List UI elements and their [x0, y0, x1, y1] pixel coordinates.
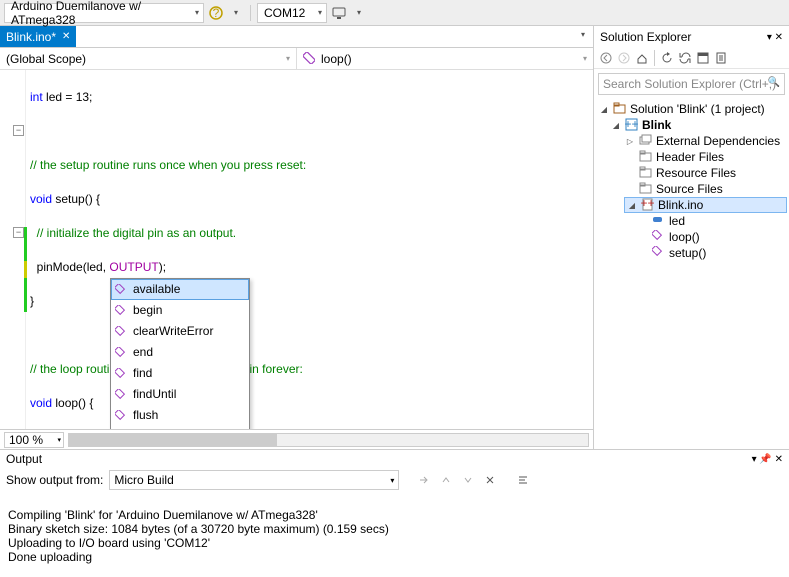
method-icon	[115, 368, 127, 380]
tree-item[interactable]: Source Files	[596, 181, 787, 197]
intellisense-item[interactable]: end	[111, 342, 249, 363]
toolbar: Arduino Duemilanove w/ ATmega328 ? ▾ COM…	[0, 0, 789, 26]
intellisense-item[interactable]: available	[111, 279, 249, 300]
collapse-icon[interactable]	[695, 50, 711, 66]
tree-item[interactable]: Header Files	[596, 149, 787, 165]
tree-symbol[interactable]: led	[596, 213, 787, 229]
method-icon	[115, 326, 127, 338]
tree-symbol[interactable]: loop()	[596, 229, 787, 245]
file-tabs: Blink.ino* ✕ ▾	[0, 26, 593, 48]
search-input[interactable]: Search Solution Explorer (Ctrl+;)	[598, 73, 785, 95]
field-icon	[652, 214, 666, 228]
folder-icon	[639, 150, 653, 164]
tree-solution[interactable]: ◢Solution 'Blink' (1 project)	[596, 101, 787, 117]
editor-pane: Blink.ino* ✕ ▾ (Global Scope) loop() − −	[0, 26, 594, 449]
output-toolbar: Show output from: Micro Build	[0, 468, 789, 492]
method-icon	[652, 230, 666, 244]
method-icon	[115, 305, 127, 317]
board-select[interactable]: Arduino Duemilanove w/ ATmega328	[4, 3, 204, 23]
panel-toolbar	[594, 48, 789, 69]
intellisense-item[interactable]: getWriteError	[111, 426, 249, 429]
intellisense-popup[interactable]: available begin clearWriteError end find…	[110, 278, 250, 429]
panel-menu-icon[interactable]: ▾ ✕	[767, 32, 783, 43]
output-source-select[interactable]: Micro Build	[109, 470, 399, 490]
intellisense-item[interactable]: findUntil	[111, 384, 249, 405]
tree-symbol[interactable]: setup()	[596, 245, 787, 261]
dropdown-icon[interactable]: ▾	[228, 5, 244, 21]
dropdown-icon[interactable]: ▾	[351, 5, 367, 21]
svg-text:++: ++	[641, 198, 654, 210]
refresh-icon[interactable]	[659, 50, 675, 66]
output-text[interactable]: Compiling 'Blink' for 'Arduino Duemilano…	[0, 492, 789, 577]
folder-icon	[639, 182, 653, 196]
output-panel: Output ▾ 📌 ✕ Show output from: Micro Bui…	[0, 449, 789, 577]
clear-icon[interactable]	[482, 472, 498, 488]
scope-left[interactable]: (Global Scope)	[0, 48, 296, 69]
help-icon[interactable]: ?	[208, 5, 224, 21]
intellisense-item[interactable]: find	[111, 363, 249, 384]
scope-right[interactable]: loop()	[297, 48, 593, 69]
properties-icon[interactable]	[713, 50, 729, 66]
monitor-icon[interactable]	[331, 5, 347, 21]
forward-icon[interactable]	[616, 50, 632, 66]
tree-item[interactable]: ▷External Dependencies	[596, 133, 787, 149]
prev-icon[interactable]	[438, 472, 454, 488]
back-icon[interactable]	[598, 50, 614, 66]
method-icon	[115, 389, 127, 401]
svg-text:?: ?	[213, 6, 220, 20]
goto-icon[interactable]	[416, 472, 432, 488]
solution-tree[interactable]: ◢Solution 'Blink' (1 project) ◢++Blink ▷…	[594, 99, 789, 449]
tab-label: Blink.ino*	[6, 30, 56, 44]
method-icon	[115, 410, 127, 422]
home-icon[interactable]	[634, 50, 650, 66]
code-body: int led = 13; // the setup routine runs …	[0, 70, 593, 429]
intellisense-item[interactable]: begin	[111, 300, 249, 321]
h-scrollbar[interactable]	[68, 433, 589, 447]
tree-item[interactable]: Resource Files	[596, 165, 787, 181]
output-header: Output ▾ 📌 ✕	[0, 450, 789, 468]
refs-icon	[639, 134, 653, 148]
zoom-bar: 100 %	[0, 429, 593, 449]
scope-bar: (Global Scope) loop()	[0, 48, 593, 70]
solution-icon	[613, 102, 627, 116]
code-editor[interactable]: − − int led = 13; // the setup routine r…	[0, 70, 593, 429]
method-icon	[303, 52, 317, 66]
tree-project[interactable]: ◢++Blink	[596, 117, 787, 133]
intellisense-item[interactable]: clearWriteError	[111, 321, 249, 342]
output-source-label: Show output from:	[6, 473, 103, 487]
tab-blink[interactable]: Blink.ino* ✕	[0, 26, 76, 47]
cpp-file-icon: ++	[641, 198, 655, 212]
zoom-select[interactable]: 100 %	[4, 432, 64, 448]
solution-explorer: Solution Explorer ▾ ✕ Search Solution Ex…	[594, 26, 789, 449]
panel-header: Solution Explorer ▾ ✕	[594, 26, 789, 48]
panel-title-text: Solution Explorer	[600, 30, 691, 44]
method-icon	[115, 347, 127, 359]
sync-icon[interactable]	[677, 50, 693, 66]
tree-file-blink[interactable]: ◢++Blink.ino	[624, 197, 787, 213]
close-icon[interactable]: ✕	[62, 31, 70, 42]
svg-text:++: ++	[625, 118, 638, 131]
next-icon[interactable]	[460, 472, 476, 488]
tab-menu-icon[interactable]: ▾	[577, 26, 593, 42]
folder-icon	[639, 166, 653, 180]
port-select[interactable]: COM12	[257, 3, 327, 23]
intellisense-item[interactable]: flush	[111, 405, 249, 426]
toolbar-sep	[250, 5, 251, 21]
panel-buttons[interactable]: ▾ 📌 ✕	[752, 454, 783, 465]
method-icon	[115, 284, 127, 296]
scrollbar-thumb[interactable]	[69, 434, 277, 446]
method-icon	[652, 246, 666, 260]
project-icon: ++	[625, 118, 639, 132]
wrap-icon[interactable]	[515, 472, 531, 488]
